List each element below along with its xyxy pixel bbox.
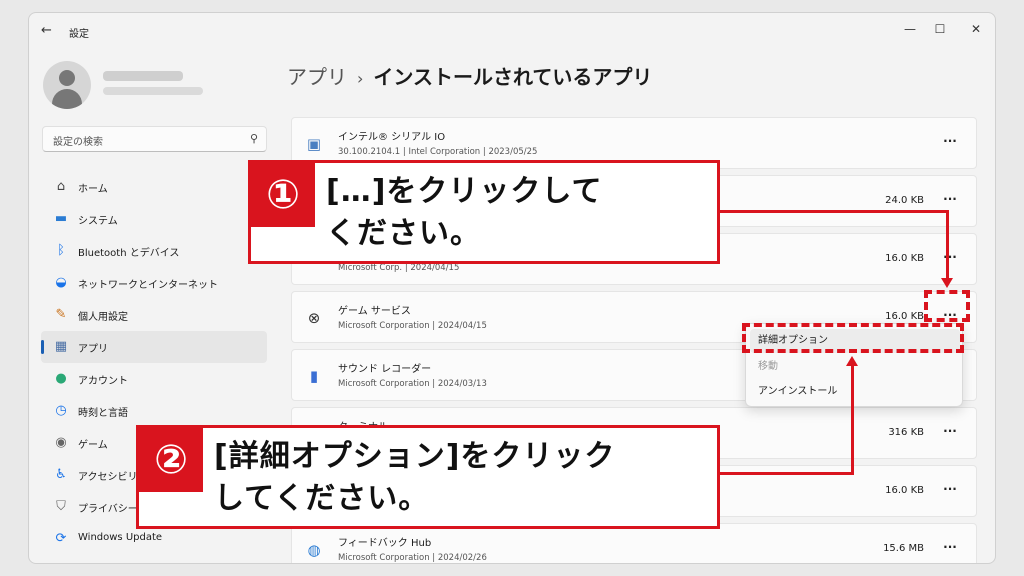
- app-meta: Microsoft Corporation | 2024/03/13: [338, 379, 487, 389]
- breadcrumb-separator-icon: ›: [357, 69, 364, 88]
- feedback-hub-icon: ◍: [307, 541, 321, 559]
- breadcrumb-parent[interactable]: アプリ: [287, 65, 347, 89]
- connector-line-1: [718, 210, 948, 213]
- xbox-icon: ⊗: [307, 309, 321, 327]
- step-2-text: [詳細オプション]をクリック してください。: [214, 439, 616, 516]
- sidebar-item-label: アプリ: [78, 344, 108, 355]
- search-icon[interactable]: ⚲: [250, 132, 258, 145]
- home-icon: ⌂: [56, 179, 66, 194]
- app-row: ◍ フィードバック Hub Microsoft Corporation | 2024…: [291, 523, 977, 563]
- sidebar-item-label: 時刻と言語: [78, 408, 128, 419]
- sidebar-item[interactable]: ▬ システム: [41, 203, 267, 235]
- connector-line-2b: [851, 366, 854, 475]
- connector-line-1b: [946, 210, 949, 280]
- sidebar-item[interactable]: ▦ アプリ: [41, 331, 267, 363]
- apps-icon: ▦: [54, 339, 68, 354]
- close-button[interactable]: ✕: [961, 19, 991, 39]
- shield-icon: ⛉: [56, 499, 66, 514]
- user-email-blurred: [103, 87, 203, 95]
- more-options-button[interactable]: ···: [938, 191, 962, 211]
- minimize-button[interactable]: —: [895, 19, 925, 39]
- globe-clock-icon: ◷: [55, 403, 67, 418]
- more-options-button[interactable]: ···: [938, 423, 962, 443]
- app-name: フィードバック Hub: [338, 538, 432, 549]
- sidebar-item[interactable]: ◷ 時刻と言語: [41, 395, 267, 427]
- sidebar-item[interactable]: ⌂ ホーム: [41, 171, 267, 203]
- sidebar-item-label: 個人用設定: [78, 312, 128, 323]
- brush-icon: ✎: [55, 307, 67, 322]
- app-size: 15.6 MB: [883, 543, 924, 554]
- step-1-text: […]をクリックして ください。: [326, 174, 603, 251]
- sidebar-item-label: Bluetooth とデバイス: [78, 248, 180, 259]
- sidebar-item-label: ゲーム: [78, 440, 108, 451]
- sidebar-item[interactable]: ✎ 個人用設定: [41, 299, 267, 331]
- bluetooth-icon: ᛒ: [57, 243, 65, 258]
- app-size: 316 KB: [888, 427, 924, 438]
- more-options-button[interactable]: ···: [938, 133, 962, 153]
- sidebar-item-label: アカウント: [78, 376, 128, 387]
- maximize-button[interactable]: ☐: [925, 19, 955, 39]
- step-number-1: ①: [251, 163, 315, 227]
- title-bar: ← 設定 — ☐ ✕: [29, 13, 995, 49]
- more-options-button[interactable]: ···: [938, 481, 962, 501]
- app-meta: Microsoft Corporation | 2024/04/15: [338, 321, 487, 331]
- wifi-icon: ◒: [55, 275, 67, 290]
- more-options-button[interactable]: ···: [938, 539, 962, 559]
- arrowhead-down-icon: [941, 278, 953, 288]
- sidebar-item[interactable]: ᛒ Bluetooth とデバイス: [41, 235, 267, 267]
- app-name: ゲーム サービス: [338, 306, 411, 317]
- sidebar-item-label: ネットワークとインターネット: [78, 280, 218, 291]
- app-name: インテル® シリアル IO: [338, 132, 446, 143]
- accessibility-icon: ♿: [55, 467, 67, 482]
- window-title: 設定: [69, 29, 89, 40]
- sidebar-item[interactable]: ● アカウント: [41, 363, 267, 395]
- update-icon: ⟳: [55, 531, 67, 546]
- callout-step-1: ① […]をクリックして ください。: [248, 160, 720, 264]
- menu-item-uninstall[interactable]: アンインストール: [750, 380, 960, 404]
- app-size: 16.0 KB: [885, 485, 924, 496]
- app-meta: Microsoft Corp. | 2024/04/15: [338, 263, 460, 273]
- display-icon: ▬: [54, 211, 68, 226]
- search-input[interactable]: 設定の検索: [53, 133, 103, 148]
- connector-line-2: [718, 472, 854, 475]
- arrowhead-up-icon: [846, 356, 858, 366]
- breadcrumb: アプリ › インストールされているアプリ: [287, 61, 652, 90]
- app-size: 16.0 KB: [885, 253, 924, 264]
- step-number-2: ②: [139, 428, 203, 492]
- app-size: 24.0 KB: [885, 195, 924, 206]
- gamepad-icon: ◉: [55, 435, 67, 450]
- callout-step-2: ② [詳細オプション]をクリック してください。: [136, 425, 720, 529]
- sidebar-item-label: ホーム: [78, 184, 108, 195]
- intel-serial-io-icon: ▣: [306, 135, 322, 153]
- advanced-options-highlight: [742, 323, 964, 353]
- more-options-button[interactable]: ···: [938, 249, 962, 269]
- app-meta: 30.100.2104.1 | Intel Corporation | 2023…: [338, 147, 538, 157]
- microphone-icon: ▮: [309, 367, 319, 385]
- user-name-blurred: [103, 71, 183, 81]
- page-title: インストールされているアプリ: [373, 65, 653, 89]
- app-name: サウンド レコーダー: [338, 364, 432, 375]
- sidebar-item[interactable]: ◒ ネットワークとインターネット: [41, 267, 267, 299]
- more-button-highlight: [924, 290, 970, 322]
- active-indicator: [41, 340, 44, 354]
- sidebar-item-label: システム: [78, 216, 118, 227]
- app-size: 16.0 KB: [885, 311, 924, 322]
- sidebar-item-label: Windows Update: [78, 532, 163, 543]
- app-meta: Microsoft Corporation | 2024/02/26: [338, 553, 487, 563]
- avatar: [43, 61, 91, 109]
- settings-search-box[interactable]: 設定の検索 ⚲: [42, 126, 267, 152]
- back-arrow-icon[interactable]: ←: [41, 23, 52, 38]
- account-icon: ●: [55, 371, 67, 386]
